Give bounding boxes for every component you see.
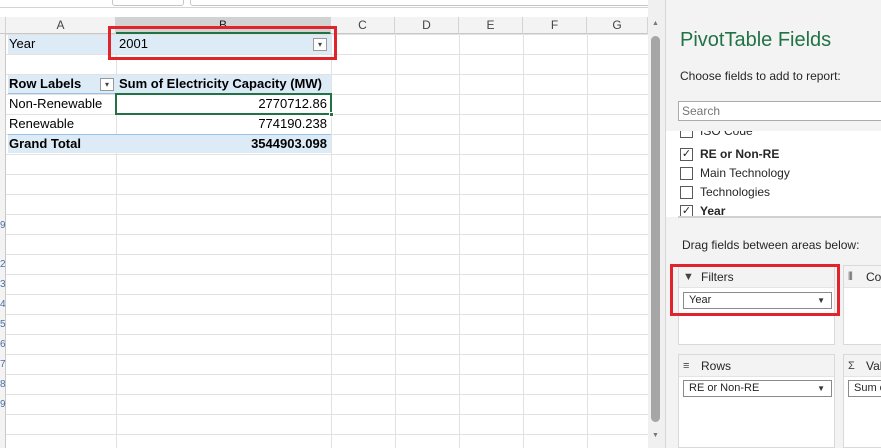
column-header-c[interactable]: C bbox=[331, 17, 395, 34]
row-labels-header[interactable]: Row Labels bbox=[9, 74, 101, 94]
field-checkbox[interactable] bbox=[680, 167, 693, 180]
sigma-icon: Σ bbox=[848, 360, 855, 372]
rows-area-title: Rows bbox=[701, 359, 732, 373]
field-label: Technologies bbox=[700, 185, 771, 199]
name-box[interactable] bbox=[112, 0, 184, 6]
values-area[interactable]: Σ Val Sum c bbox=[843, 354, 881, 448]
grand-total-value[interactable]: 3544903.098 bbox=[119, 134, 327, 154]
vertical-scrollbar[interactable]: ▲ ▼ bbox=[648, 0, 665, 448]
row-labels-dropdown-button[interactable]: ▾ bbox=[100, 78, 114, 91]
active-cell-outline bbox=[115, 93, 334, 117]
pivottable-fields-pane: PivotTable Fields Choose fields to add t… bbox=[665, 0, 881, 448]
drag-fields-label: Drag fields between areas below: bbox=[682, 238, 860, 252]
spreadsheet: A B C D E F G 9 2 3 4 5 6 7 8 9 Year 200… bbox=[0, 0, 648, 448]
formula-input[interactable] bbox=[190, 0, 648, 6]
rows-area[interactable]: ≡ Rows RE or Non-RE ▼ bbox=[678, 354, 835, 448]
scroll-up-icon[interactable]: ▲ bbox=[652, 20, 659, 28]
field-checkbox[interactable]: ✓ bbox=[680, 148, 693, 161]
pivot-row-label[interactable]: Non-Renewable bbox=[9, 94, 116, 114]
formula-bar-strip bbox=[0, 0, 648, 8]
columns-icon: ⦀ bbox=[848, 271, 853, 283]
field-checkbox[interactable] bbox=[680, 131, 693, 138]
field-checkbox[interactable] bbox=[680, 186, 693, 199]
field-label: ISO Code bbox=[700, 131, 753, 138]
values-sum-pill[interactable]: Sum c bbox=[848, 380, 881, 397]
column-header-g[interactable]: G bbox=[587, 17, 648, 34]
field-label: Main Technology bbox=[700, 166, 790, 180]
pivot-row-value[interactable]: 774190.238 bbox=[119, 114, 327, 134]
field-search-input[interactable] bbox=[678, 101, 881, 121]
pivot-row-label[interactable]: Renewable bbox=[9, 114, 116, 134]
field-label: Year bbox=[700, 204, 726, 217]
scrollbar-thumb[interactable] bbox=[651, 36, 660, 422]
columns-area-header: ⦀ Co bbox=[844, 266, 881, 288]
pane-subtitle: Choose fields to add to report: bbox=[680, 69, 841, 83]
columns-area-title: Co bbox=[866, 270, 881, 284]
field-list: ISO Code ✓ RE or Non-RE Main Technology … bbox=[666, 131, 881, 217]
highlight-box-filter-cell bbox=[108, 26, 337, 60]
rows-icon: ≡ bbox=[683, 360, 690, 372]
pane-splitter[interactable] bbox=[678, 216, 881, 218]
checkmark-icon: ✓ bbox=[681, 148, 692, 160]
column-header-f[interactable]: F bbox=[523, 17, 587, 34]
grand-total-label[interactable]: Grand Total bbox=[9, 134, 116, 154]
values-header[interactable]: Sum of Electricity Capacity (MW) bbox=[119, 74, 329, 94]
fill-handle[interactable] bbox=[329, 112, 334, 117]
cell-grid[interactable]: Year 2001 ▾ Row Labels ▾ Sum of Electric… bbox=[6, 34, 648, 448]
field-label: RE or Non-RE bbox=[700, 147, 780, 161]
column-header-d[interactable]: D bbox=[395, 17, 459, 34]
chevron-down-icon: ▾ bbox=[104, 80, 109, 89]
values-area-header: Σ Val bbox=[844, 355, 881, 377]
rows-area-header: ≡ Rows bbox=[679, 355, 834, 377]
filter-field-label[interactable]: Year bbox=[9, 34, 114, 54]
rows-re-or-non-re-pill[interactable]: RE or Non-RE ▼ bbox=[683, 380, 832, 397]
column-header-a[interactable]: A bbox=[6, 17, 116, 34]
pane-title: PivotTable Fields bbox=[680, 29, 832, 51]
values-area-title: Val bbox=[866, 359, 881, 373]
pill-label: RE or Non-RE bbox=[689, 382, 760, 394]
scroll-down-icon[interactable]: ▼ bbox=[652, 432, 659, 440]
columns-area[interactable]: ⦀ Co bbox=[843, 265, 881, 345]
chevron-down-icon[interactable]: ▼ bbox=[817, 381, 825, 396]
highlight-box-filters-area bbox=[670, 264, 840, 316]
pill-label: Sum c bbox=[854, 382, 881, 394]
column-header-e[interactable]: E bbox=[459, 17, 523, 34]
